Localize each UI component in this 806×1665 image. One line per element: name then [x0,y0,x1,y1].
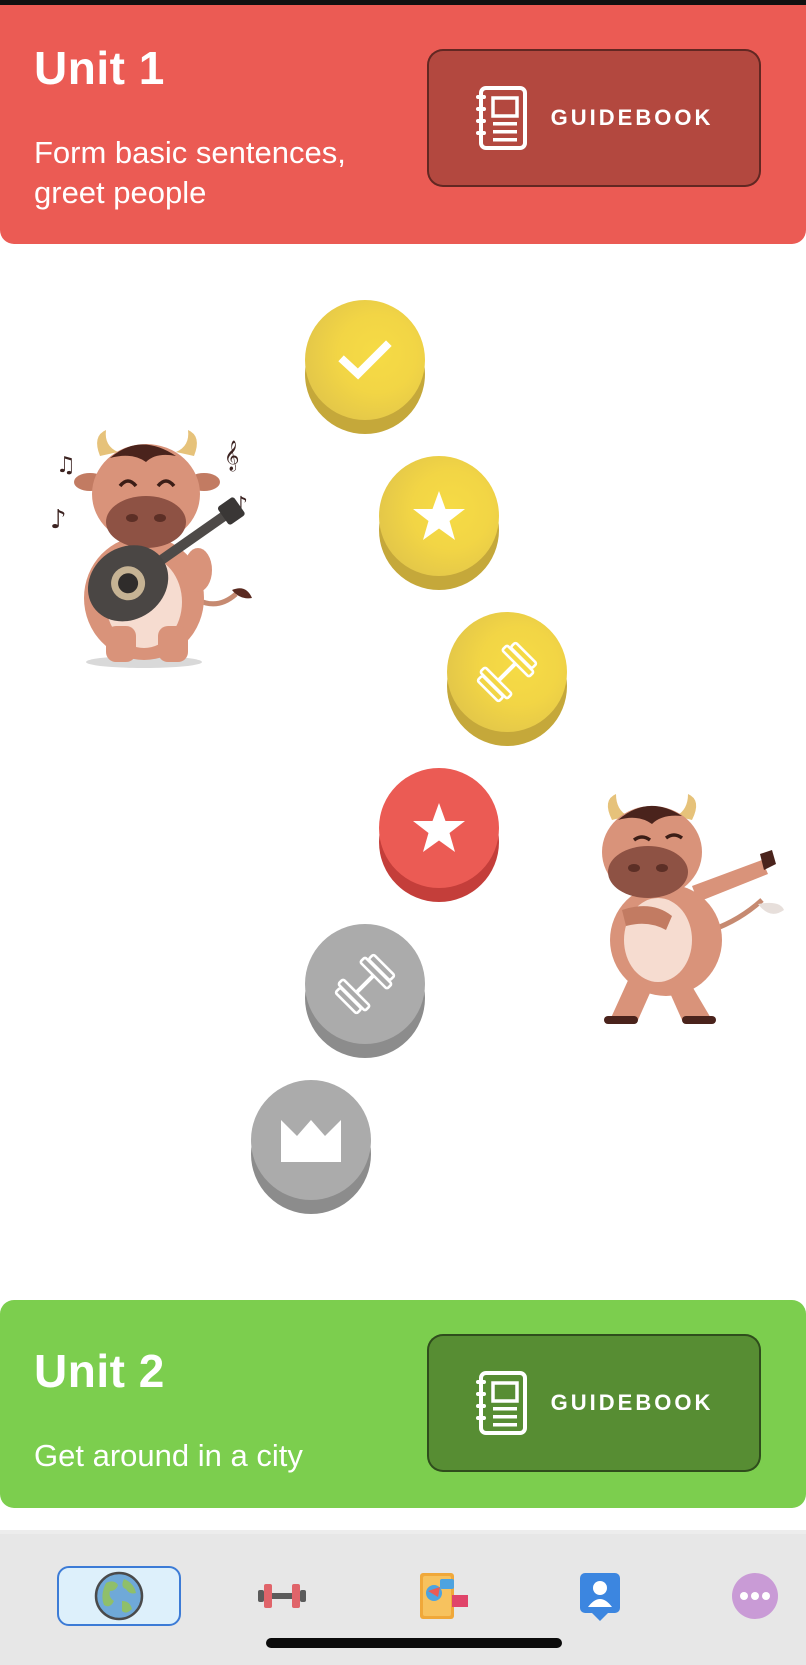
unit-2-banner: Unit 2 Get around in a city GUIDEBOOK [0,1300,806,1508]
more-icon [732,1573,778,1619]
unit-1-title: Unit 1 [34,42,165,94]
unit-1-description: Form basic sentences, greet people [34,135,346,210]
node-face [305,924,425,1044]
svg-text:♫: ♫ [56,453,76,478]
node-face [447,612,567,732]
crown-icon [281,1120,341,1162]
lesson-node-5-locked[interactable] [305,924,425,1058]
svg-text:𝄞: 𝄞 [224,440,239,472]
unit-2-title: Unit 2 [34,1345,165,1397]
profile-icon [580,1573,620,1621]
lesson-node-1[interactable] [305,300,425,434]
tab-practice[interactable] [220,1566,344,1626]
svg-text:♪: ♪ [50,505,67,535]
cow-dab-illustration [602,794,784,1024]
node-face [379,456,499,576]
dumbbell-tab-icon [258,1584,306,1608]
tab-profile[interactable] [538,1566,662,1626]
tab-stories[interactable] [380,1566,504,1626]
node-face [305,300,425,420]
lesson-node-6-checkpoint[interactable] [251,1080,371,1214]
globe-icon [94,1571,144,1621]
guidebook-icon [475,86,527,150]
unit-1-banner: Unit 1 Form basic sentences, greet peopl… [0,5,806,244]
unit-2-guidebook-label: GUIDEBOOK [550,1390,714,1415]
node-face [379,768,499,888]
lesson-node-4-current[interactable] [379,768,499,902]
home-indicator [266,1638,562,1648]
lesson-node-3[interactable] [447,612,567,746]
node-face [251,1080,371,1200]
dumbbell-icon [476,641,538,703]
dumbbell-icon [334,953,396,1015]
cow-guitar-illustration: ♫ ♪ 𝄞 ♪ [50,430,252,668]
star-icon [413,803,465,852]
notebook-icon [420,1573,468,1619]
check-icon [338,340,392,380]
tab-more[interactable] [695,1566,806,1626]
lesson-node-2[interactable] [379,456,499,590]
guidebook-icon [475,1371,527,1435]
unit-1-guidebook-button[interactable]: GUIDEBOOK [427,49,761,187]
unit-2-guidebook-button[interactable]: GUIDEBOOK [427,1334,761,1472]
tab-learn[interactable] [57,1566,181,1626]
star-icon [413,491,465,540]
unit-1-guidebook-label: GUIDEBOOK [550,105,714,130]
unit-2-description: Get around in a city [34,1438,303,1473]
